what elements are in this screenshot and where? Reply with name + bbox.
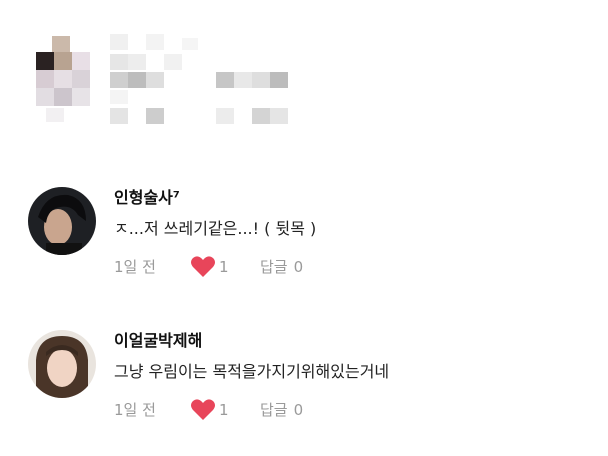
comment-text: ㅈ...저 쓰레기같은...! ( 뒷목 ) bbox=[114, 219, 317, 238]
avatar-image bbox=[28, 187, 96, 255]
comment-meta: 1일 전 1 답글 0 bbox=[114, 398, 584, 422]
censored-header bbox=[0, 0, 608, 140]
heart-icon bbox=[191, 256, 215, 277]
reply-button[interactable]: 답글 0 bbox=[260, 398, 303, 422]
like-button[interactable]: 1 bbox=[190, 255, 229, 279]
avatar[interactable] bbox=[28, 330, 96, 398]
comment-time: 1일 전 bbox=[114, 258, 156, 276]
comment-author[interactable]: 이얼굴박제해 bbox=[114, 330, 584, 352]
comment-time: 1일 전 bbox=[114, 401, 156, 419]
comment-item: 인형술사⁷ ㅈ...저 쓰레기같은...! ( 뒷목 ) 1일 전 1 답글 0 bbox=[28, 187, 588, 287]
comment-text: 그냥 우림이는 목적을가지기위해있는거네 bbox=[114, 362, 390, 381]
comment-item: 이얼굴박제해 그냥 우림이는 목적을가지기위해있는거네 1일 전 1 답글 0 bbox=[28, 330, 588, 430]
reply-button[interactable]: 답글 0 bbox=[260, 255, 303, 279]
reply-count: 0 bbox=[293, 401, 304, 419]
reply-count: 0 bbox=[293, 258, 304, 276]
heart-icon bbox=[191, 399, 215, 420]
comment-meta: 1일 전 1 답글 0 bbox=[114, 255, 584, 279]
comment-author[interactable]: 인형술사⁷ bbox=[114, 187, 584, 209]
like-count: 1 bbox=[219, 401, 229, 419]
reply-label: 답글 bbox=[260, 401, 288, 419]
like-count: 1 bbox=[219, 258, 229, 276]
avatar-image bbox=[28, 330, 96, 398]
avatar[interactable] bbox=[28, 187, 96, 255]
like-button[interactable]: 1 bbox=[190, 398, 229, 422]
reply-label: 답글 bbox=[260, 258, 288, 276]
